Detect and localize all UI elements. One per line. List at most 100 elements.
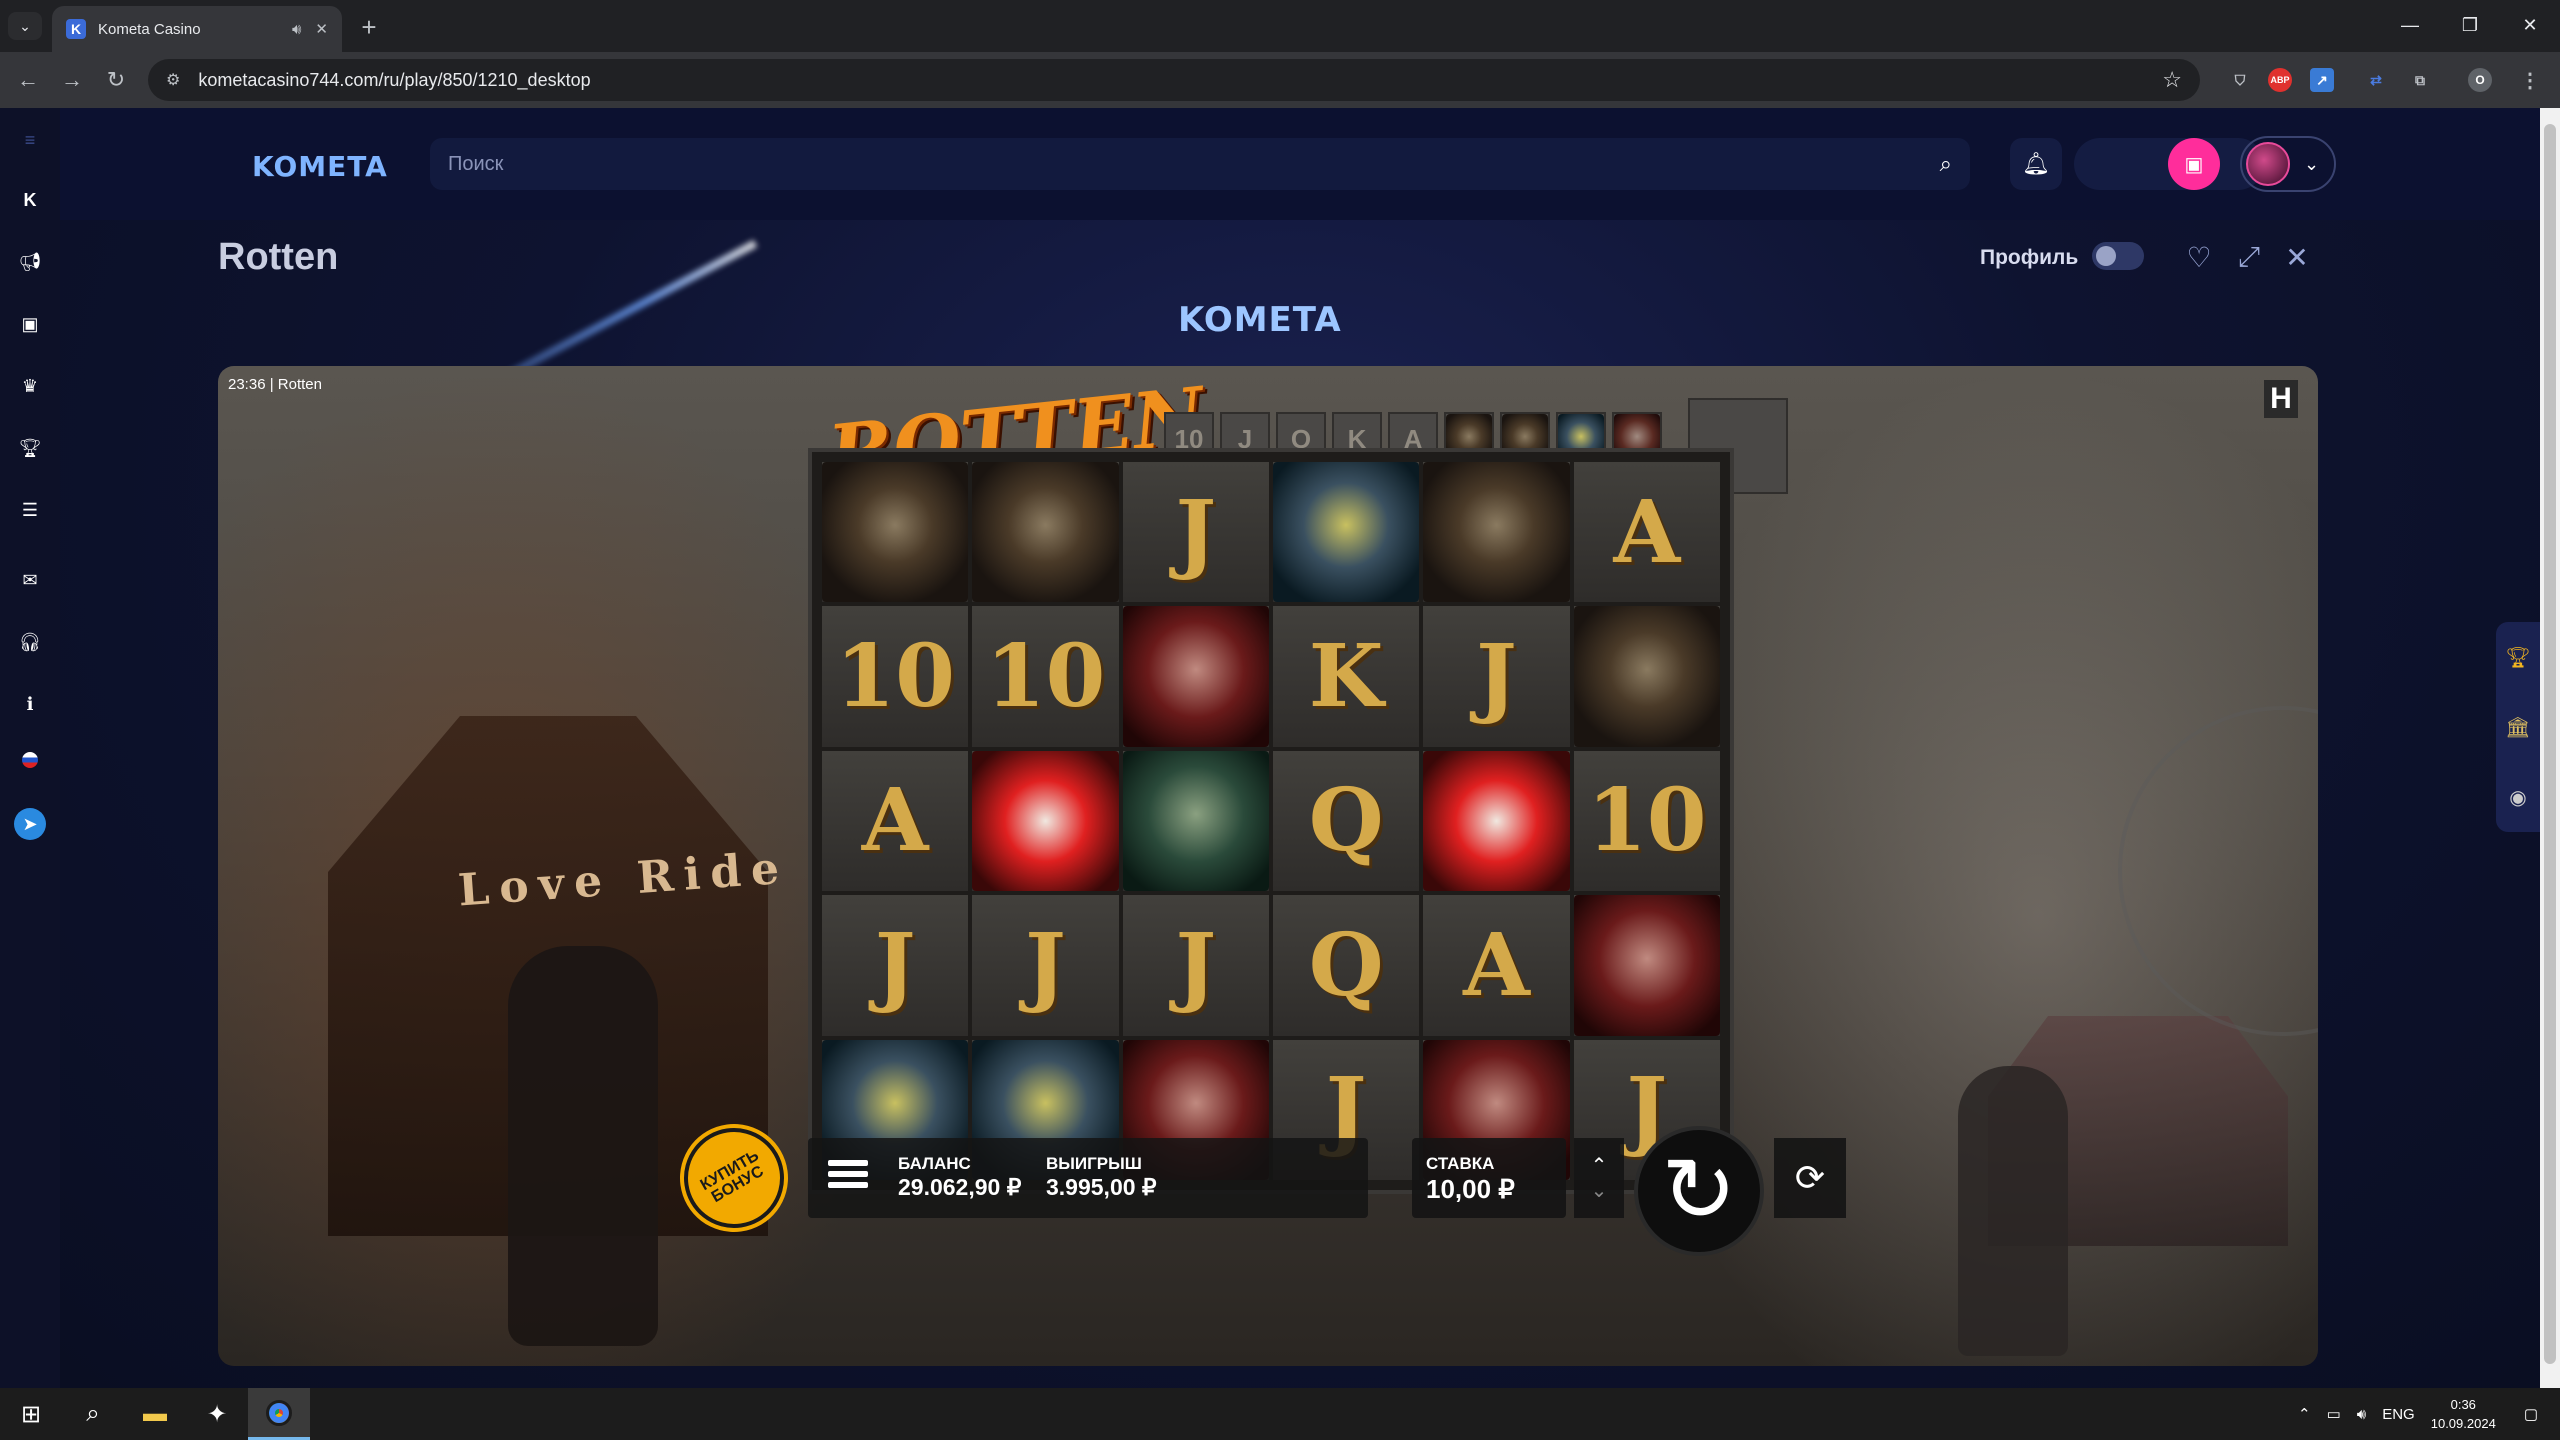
chrome-icon[interactable] bbox=[248, 1388, 310, 1440]
close-window-button[interactable]: ✕ bbox=[2500, 0, 2560, 50]
tray-chevron-icon[interactable]: ⌃ bbox=[2298, 1405, 2311, 1423]
reel-grid: J A 10 10 K J A Q 10 J J J Q A J J bbox=[808, 448, 1734, 1194]
site-header: KOMETA Поиск ⌕ 🔔︎ 9+ ▣ ⌄ bbox=[60, 108, 2540, 220]
search-input[interactable]: Поиск ⌕ bbox=[430, 138, 1970, 190]
app-icon[interactable]: ✦ bbox=[186, 1388, 248, 1440]
info-icon[interactable]: ℹ bbox=[14, 688, 46, 720]
menu-dots-icon[interactable]: ⋮ bbox=[2514, 64, 2546, 96]
os-taskbar: ⊞ ⌕ ▬ ✦ ⌃ ▭ 🔊︎ ENG 0:36 10.09.2024 ▢ bbox=[0, 1388, 2560, 1440]
headset-icon[interactable]: 🎧︎ bbox=[14, 626, 46, 658]
bet-decrease-icon[interactable]: ⌄ bbox=[1591, 1178, 1608, 1203]
back-icon[interactable]: ← bbox=[12, 64, 44, 96]
brand-logo: KOMETA bbox=[1178, 300, 1342, 340]
system-tray: ⌃ ▭ 🔊︎ ENG 0:36 10.09.2024 ▢ bbox=[2298, 1388, 2560, 1440]
autoplay-button[interactable]: ⟳ bbox=[1774, 1138, 1846, 1218]
bet-adjust: ⌃ ⌄ bbox=[1574, 1138, 1624, 1218]
speaker-icon[interactable]: 🔊︎ bbox=[292, 21, 301, 38]
reel-symbol-letter: K bbox=[1272, 606, 1420, 747]
reel-symbol-letter: J bbox=[1423, 606, 1570, 747]
balance-label: БАЛАНС bbox=[898, 1154, 971, 1173]
restore-button[interactable]: ❐ bbox=[2440, 0, 2500, 50]
windows-start-icon[interactable]: ⊞ bbox=[0, 1388, 62, 1440]
browser-tab-strip: ⌄ K Kometa Casino 🔊︎ ✕ + — ❐ ✕ bbox=[0, 0, 2560, 52]
network-icon[interactable]: ▭ bbox=[2327, 1405, 2341, 1423]
volume-icon[interactable]: 🔊︎ bbox=[2357, 1406, 2366, 1423]
language-indicator[interactable]: ENG bbox=[2382, 1406, 2415, 1423]
menu-hamburger-icon[interactable] bbox=[828, 1160, 868, 1194]
main-content: KOMETA Поиск ⌕ 🔔︎ 9+ ▣ ⌄ Rotten Профиль … bbox=[60, 108, 2540, 1388]
browser-tab[interactable]: K Kometa Casino 🔊︎ ✕ bbox=[52, 6, 342, 52]
reel-symbol-letter: J bbox=[1122, 462, 1269, 603]
forward-icon[interactable]: → bbox=[56, 64, 88, 96]
bookmark-star-icon[interactable]: ☆ bbox=[2162, 67, 2182, 93]
kometa-k-icon[interactable]: K bbox=[14, 184, 46, 216]
fullscreen-icon[interactable]: ⤢ bbox=[2232, 240, 2266, 274]
reel-symbol-letter: A bbox=[1573, 462, 1720, 603]
file-explorer-icon[interactable]: ▬ bbox=[124, 1388, 186, 1440]
autoplay-icon: ⟳ bbox=[1794, 1157, 1826, 1198]
reel-symbol-woman bbox=[822, 462, 969, 603]
url-text: kometacasino744.com/ru/play/850/1210_des… bbox=[198, 69, 591, 90]
reel-symbol-letter: Q bbox=[1272, 750, 1420, 892]
tickets-icon[interactable]: ✉ bbox=[14, 564, 46, 596]
reel-symbol-redzombie bbox=[1122, 606, 1269, 747]
telegram-icon[interactable]: ➤ bbox=[14, 808, 46, 840]
new-tab-button[interactable]: + bbox=[352, 10, 386, 44]
reload-icon[interactable]: ↻ bbox=[100, 64, 132, 96]
trophy-icon[interactable]: 🏆︎ bbox=[14, 432, 46, 464]
bank-icon[interactable]: 🏛︎ bbox=[2505, 715, 2530, 740]
close-tab-icon[interactable]: ✕ bbox=[315, 20, 328, 38]
reel-symbol-woman bbox=[1423, 462, 1570, 603]
favorite-heart-icon[interactable]: ♡ bbox=[2182, 240, 2216, 274]
reel-symbol-letter: J bbox=[972, 895, 1119, 1036]
notifications-bell-icon[interactable]: 🔔︎ bbox=[2010, 138, 2062, 190]
bet-increase-icon[interactable]: ⌃ bbox=[1591, 1153, 1608, 1178]
reel-symbol-letter: Q bbox=[1272, 895, 1420, 1036]
zombie-figure-right bbox=[1958, 1066, 2068, 1356]
reel-symbol-letter: J bbox=[822, 895, 969, 1036]
wallet-icon[interactable]: ▣ bbox=[2168, 138, 2220, 190]
woman-symbol-icon bbox=[972, 462, 1119, 603]
translate-icon[interactable]: ↗ bbox=[2310, 68, 2334, 92]
slots-icon[interactable]: ▣ bbox=[14, 308, 46, 340]
language-flag-icon[interactable] bbox=[14, 744, 46, 776]
list-icon[interactable]: ☰ bbox=[14, 494, 46, 526]
profile-menu-button[interactable]: ⌄ bbox=[2240, 136, 2336, 192]
trophy-icon[interactable]: 🏆︎ bbox=[2505, 645, 2530, 670]
reel-symbol-letter: A bbox=[1423, 895, 1570, 1036]
reel-symbol-woman bbox=[972, 462, 1119, 603]
woman-symbol-icon bbox=[1423, 462, 1570, 603]
search-icon[interactable]: ⌕ bbox=[1940, 151, 1952, 177]
crown-icon[interactable]: ♛ bbox=[14, 370, 46, 402]
megaphone-icon[interactable]: 📢︎ bbox=[14, 246, 46, 278]
tab-search-dropdown-button[interactable]: ⌄ bbox=[8, 12, 42, 40]
collapse-menu-icon[interactable]: ≡ bbox=[14, 124, 46, 156]
win-value: 3.995,00 ₽ bbox=[1046, 1174, 1157, 1200]
sync-icon[interactable]: ⇄ bbox=[2360, 64, 2392, 96]
site-info-icon[interactable]: ⚙︎ bbox=[166, 70, 180, 90]
search-icon[interactable]: ⌕ bbox=[62, 1388, 124, 1440]
right-dock: 🏆︎ 🏛︎ ◉ bbox=[2496, 622, 2540, 832]
reel-symbol-clown bbox=[972, 750, 1119, 892]
tab-title: Kometa Casino bbox=[98, 20, 201, 38]
clock[interactable]: 0:36 10.09.2024 bbox=[2431, 1395, 2496, 1433]
puzzle-icon[interactable]: ⧉ bbox=[2404, 64, 2436, 96]
adblock-icon[interactable]: ABP bbox=[2268, 68, 2292, 92]
minimize-button[interactable]: — bbox=[2380, 0, 2440, 50]
shield-icon[interactable]: ⛉ bbox=[2224, 64, 2256, 96]
address-bar[interactable]: ⚙︎ kometacasino744.com/ru/play/850/1210_… bbox=[148, 59, 2200, 101]
reel-symbol-letter: A bbox=[822, 750, 969, 892]
site-logo[interactable]: KOMETA bbox=[252, 150, 388, 183]
profile-toggle[interactable] bbox=[2092, 242, 2144, 270]
profile-icon[interactable]: O bbox=[2468, 68, 2492, 92]
spin-button[interactable]: ↻ bbox=[1634, 1126, 1764, 1256]
page-scrollbar[interactable] bbox=[2540, 108, 2560, 1388]
close-game-icon[interactable]: ✕ bbox=[2280, 240, 2314, 274]
win-label: ВЫИГРЫШ bbox=[1046, 1154, 1142, 1173]
bet-label: СТАВКА bbox=[1426, 1154, 1495, 1173]
game-canvas[interactable]: Love Ride 23:36 | Rotten H ROTTEN 10 J Q… bbox=[218, 366, 2318, 1366]
notifications-icon[interactable]: ▢ bbox=[2524, 1405, 2538, 1423]
clock-time: 0:36 bbox=[2450, 1397, 2476, 1412]
clown-symbol-icon bbox=[972, 750, 1119, 892]
wheel-icon[interactable]: ◉ bbox=[2509, 785, 2526, 810]
